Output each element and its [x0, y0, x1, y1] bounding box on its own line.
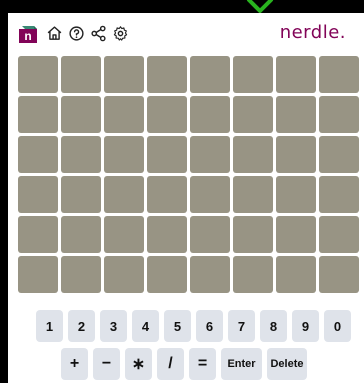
board-row	[18, 56, 364, 93]
board-tile[interactable]	[233, 136, 273, 173]
board-tile[interactable]	[233, 96, 273, 133]
number-key[interactable]: 8	[260, 310, 287, 342]
board-tile[interactable]	[190, 136, 230, 173]
nerdle-logo-icon[interactable]: n	[18, 24, 38, 44]
logo-letter: n	[24, 29, 31, 43]
board-tile[interactable]	[190, 256, 230, 293]
number-key[interactable]: 4	[132, 310, 159, 342]
board-tile[interactable]	[61, 136, 101, 173]
board-tile[interactable]	[61, 96, 101, 133]
header: n nerdle.	[8, 13, 364, 53]
delete-key[interactable]: Delete	[267, 348, 307, 380]
board-tile[interactable]	[18, 176, 58, 213]
green-chevron-icon	[247, 0, 273, 13]
board-tile[interactable]	[233, 56, 273, 93]
number-key[interactable]: 5	[164, 310, 191, 342]
board-tile[interactable]	[18, 56, 58, 93]
board-tile[interactable]	[190, 56, 230, 93]
board-tile[interactable]	[147, 96, 187, 133]
board-tile[interactable]	[104, 96, 144, 133]
board-tile[interactable]	[104, 256, 144, 293]
board-tile[interactable]	[276, 256, 316, 293]
number-key[interactable]: 0	[324, 310, 351, 342]
board-tile[interactable]	[319, 176, 359, 213]
settings-icon[interactable]	[112, 25, 129, 42]
board-row	[18, 256, 364, 293]
board-tile[interactable]	[104, 136, 144, 173]
number-key[interactable]: 7	[228, 310, 255, 342]
board-tile[interactable]	[147, 136, 187, 173]
board-tile[interactable]	[147, 56, 187, 93]
board-row	[18, 216, 364, 253]
number-key[interactable]: 2	[68, 310, 95, 342]
board-tile[interactable]	[190, 216, 230, 253]
board-tile[interactable]	[319, 136, 359, 173]
board-tile[interactable]	[18, 216, 58, 253]
brand-wordmark: nerdle.	[279, 22, 346, 43]
board-row	[18, 96, 364, 133]
game-panel: n nerdle. 1234567890 + − ∗ / = Enter Delete	[8, 13, 364, 383]
board-tile[interactable]	[147, 256, 187, 293]
number-key[interactable]: 9	[292, 310, 319, 342]
home-icon[interactable]	[46, 25, 63, 42]
board-tile[interactable]	[104, 56, 144, 93]
board-tile[interactable]	[147, 176, 187, 213]
board-tile[interactable]	[190, 96, 230, 133]
board-tile[interactable]	[61, 56, 101, 93]
operator-key[interactable]: −	[93, 348, 120, 380]
board-tile[interactable]	[61, 176, 101, 213]
game-board	[18, 56, 364, 296]
board-tile[interactable]	[61, 216, 101, 253]
number-key[interactable]: 3	[100, 310, 127, 342]
enter-key[interactable]: Enter	[221, 348, 262, 380]
page: n nerdle. 1234567890 + − ∗ / = Enter Delete	[0, 0, 364, 383]
operator-keys-row: + − ∗ / = Enter Delete	[61, 348, 307, 380]
board-row	[18, 176, 364, 213]
board-tile[interactable]	[104, 216, 144, 253]
board-tile[interactable]	[276, 176, 316, 213]
board-tile[interactable]	[147, 216, 187, 253]
number-key[interactable]: 1	[36, 310, 63, 342]
board-tile[interactable]	[233, 176, 273, 213]
help-icon[interactable]	[68, 25, 85, 42]
board-tile[interactable]	[190, 176, 230, 213]
number-key[interactable]: 6	[196, 310, 223, 342]
board-tile[interactable]	[18, 136, 58, 173]
board-tile[interactable]	[319, 216, 359, 253]
number-keys-row: 1234567890	[36, 310, 351, 342]
operator-key[interactable]: +	[61, 348, 88, 380]
board-tile[interactable]	[319, 56, 359, 93]
board-tile[interactable]	[18, 96, 58, 133]
board-tile[interactable]	[18, 256, 58, 293]
board-tile[interactable]	[276, 96, 316, 133]
board-tile[interactable]	[319, 256, 359, 293]
board-tile[interactable]	[319, 96, 359, 133]
operator-key[interactable]: ∗	[125, 348, 152, 380]
operator-key[interactable]: =	[189, 348, 216, 380]
board-tile[interactable]	[276, 216, 316, 253]
share-icon[interactable]	[90, 25, 107, 42]
board-tile[interactable]	[276, 56, 316, 93]
board-tile[interactable]	[276, 136, 316, 173]
board-tile[interactable]	[104, 176, 144, 213]
board-tile[interactable]	[61, 256, 101, 293]
board-tile[interactable]	[233, 256, 273, 293]
operator-key[interactable]: /	[157, 348, 184, 380]
board-row	[18, 136, 364, 173]
board-tile[interactable]	[233, 216, 273, 253]
